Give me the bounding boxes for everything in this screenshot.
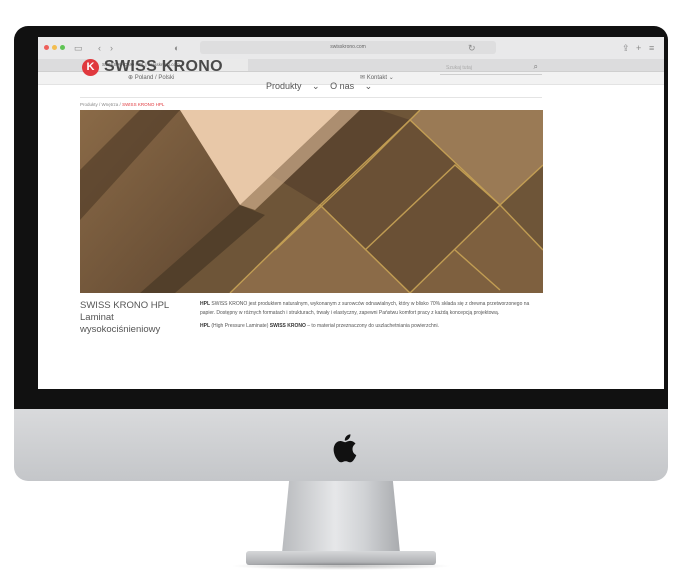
nav-item-about[interactable]: O nas ⌄ [330,81,372,91]
paragraph-1: HPL SWISS KRONO jest produktem naturalny… [200,301,530,316]
hero-image [80,110,543,293]
reload-icon[interactable]: ↻ [468,42,476,54]
nav-item-products[interactable]: Produkty ⌄ [266,81,320,91]
search-input[interactable]: Szukaj tutaj ⌕ [440,62,542,75]
product-title: SWISS KRONO HPL Laminat wysokociśnieniow… [80,300,169,335]
maximize-icon[interactable] [60,45,65,50]
close-icon[interactable] [44,45,49,50]
site-logo[interactable]: K SWISS KRONO [82,58,223,76]
breadcrumb-link[interactable]: Produkty [80,102,98,107]
screen-bezel-bottom [14,389,668,409]
breadcrumb: Produkty / Wnętrza / SWISS KRONO HPL [80,102,165,107]
minimize-icon[interactable] [52,45,57,50]
sidebar-icon[interactable]: ▭ [74,42,83,54]
main-nav: Produkty ⌄ O nas ⌄ [266,81,380,92]
imac-stand [282,481,400,553]
browser-toolbar: ▭ ‹ › ◐ swisskrono.com ↻ ⇪ + ≡ [38,37,664,60]
tabs-icon[interactable]: ≡ [649,42,654,54]
new-tab-icon[interactable]: + [636,42,641,54]
logo-mark-icon: K [82,58,99,76]
apple-logo [333,434,357,463]
imac-shadow [230,562,452,570]
breadcrumb-current: SWISS KRONO HPL [122,102,165,107]
paragraph-2: HPL (High Pressure Laminate) SWISS KRONO… [200,323,440,329]
logo-text: SWISS KRONO [104,58,223,75]
shield-icon: ◐ [174,43,180,53]
contact-menu[interactable]: ✉ Kontakt ⌄ [360,74,394,81]
share-icon[interactable]: ⇪ [622,42,630,54]
search-icon[interactable]: ⌕ [534,62,538,72]
back-icon[interactable]: ‹ [98,42,101,54]
breadcrumb-link[interactable]: Wnętrza [102,102,119,107]
product-description: HPL SWISS KRONO jest produktem naturalny… [200,300,542,331]
header-divider [80,97,542,98]
address-bar[interactable]: swisskrono.com [200,41,496,54]
forward-icon[interactable]: › [110,42,113,54]
